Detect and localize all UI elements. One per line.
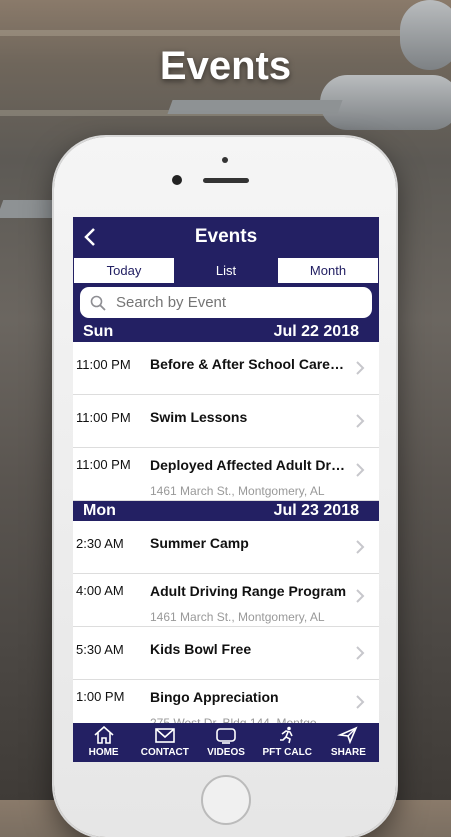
chevron-right-icon [356, 361, 365, 375]
event-title: Swim Lessons [150, 409, 248, 425]
event-location: 1461 March St., Montgomery, AL [150, 610, 325, 624]
event-row[interactable]: 11:00 PM Deployed Affected Adult Dr… 146… [73, 448, 379, 501]
chevron-right-icon [356, 463, 365, 477]
event-location: 1461 March St., Montgomery, AL [150, 484, 325, 498]
share-icon [337, 726, 358, 744]
nav-title: Events [194, 226, 258, 247]
event-time: 4:00 AM [76, 583, 124, 598]
event-row[interactable]: 11:00 PM Swim Lessons [73, 395, 379, 448]
event-row[interactable]: 4:00 AM Adult Driving Range Program 1461… [73, 574, 379, 627]
day-date: Jul 23 2018 [273, 502, 359, 519]
chevron-right-icon [356, 646, 365, 660]
event-title: Before & After School Care… [150, 356, 344, 372]
search-field[interactable] [80, 287, 372, 318]
phone-home-button[interactable] [201, 775, 251, 825]
day-header: Sun Jul 22 2018 [73, 322, 379, 342]
event-row[interactable]: 11:00 PM Before & After School Care… [73, 342, 379, 395]
tabbar-label: PFT CALC [262, 747, 312, 758]
search-input[interactable] [114, 293, 358, 312]
event-time: 5:30 AM [76, 642, 124, 657]
event-time: 1:00 PM [76, 689, 125, 704]
home-icon [94, 726, 114, 744]
event-list: Sun Jul 22 2018 11:00 PM Before & After … [73, 322, 379, 733]
event-title: Bingo Appreciation [150, 689, 279, 705]
day-name: Sun [83, 323, 114, 340]
tab-month[interactable]: Month [277, 257, 379, 284]
background-aircraft-wing [167, 100, 343, 114]
event-time: 2:30 AM [76, 536, 124, 551]
page-headline: Events [159, 44, 292, 88]
tabbar-share[interactable]: SHARE [318, 723, 379, 762]
tabbar-videos[interactable]: VIDEOS [195, 723, 256, 762]
search-bar [73, 284, 379, 322]
tabbar-label: HOME [88, 747, 119, 758]
tab-list[interactable]: List [175, 257, 277, 284]
tabbar-label: VIDEOS [207, 747, 245, 758]
event-time: 11:00 PM [76, 357, 131, 372]
tabbar-contact[interactable]: CONTACT [134, 723, 195, 762]
tab-today[interactable]: Today [73, 257, 175, 284]
bottom-tab-bar: HOME CONTACT VIDEOS PFT CALC SHARE [73, 723, 379, 762]
tabbar-label: SHARE [330, 747, 366, 758]
tv-icon [216, 728, 236, 744]
event-title: Deployed Affected Adult Dr… [150, 457, 345, 473]
tabbar-label: CONTACT [140, 747, 189, 758]
phone-speaker [203, 178, 249, 183]
day-header: Mon Jul 23 2018 [73, 501, 379, 521]
chevron-right-icon [356, 540, 365, 554]
chevron-right-icon [356, 414, 365, 428]
event-title: Summer Camp [150, 535, 249, 551]
app-screen: Events Today List Month Sun Jul 22 2018 … [73, 217, 379, 762]
mail-icon [154, 728, 175, 743]
phone-sensor [222, 157, 228, 163]
event-title: Kids Bowl Free [150, 641, 252, 657]
event-time: 11:00 PM [76, 410, 131, 425]
navigation-bar: Events [73, 217, 379, 257]
event-row[interactable]: 2:30 AM Summer Camp [73, 521, 379, 574]
background-runway-stripe [0, 30, 451, 36]
chevron-right-icon [356, 589, 365, 603]
tabbar-pft-calc[interactable]: PFT CALC [257, 723, 318, 762]
runner-icon [280, 726, 293, 744]
day-name: Mon [83, 502, 116, 519]
search-icon [90, 295, 106, 311]
view-tabs: Today List Month [73, 257, 379, 284]
tabbar-home[interactable]: HOME [73, 723, 134, 762]
phone-camera [172, 175, 182, 185]
event-title: Adult Driving Range Program [150, 583, 347, 599]
event-time: 11:00 PM [76, 457, 131, 472]
event-row[interactable]: 5:30 AM Kids Bowl Free [73, 627, 379, 680]
chevron-right-icon [356, 695, 365, 709]
day-date: Jul 22 2018 [273, 323, 359, 340]
